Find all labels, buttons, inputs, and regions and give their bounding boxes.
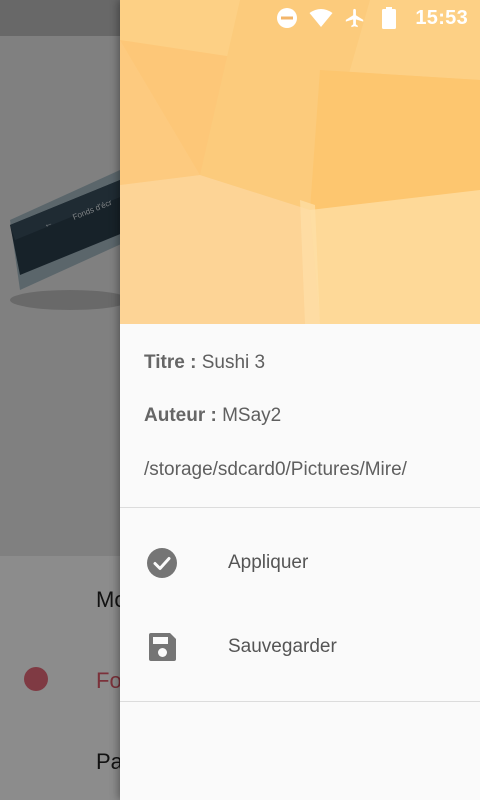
airplane-mode-icon	[343, 6, 367, 30]
apply-label: Appliquer	[228, 552, 309, 573]
battery-icon	[377, 6, 401, 30]
author-label: Auteur :	[144, 405, 217, 426]
do-not-disturb-icon	[275, 6, 299, 30]
divider	[120, 507, 480, 508]
title-label: Titre :	[144, 352, 197, 373]
check-circle-icon	[146, 547, 178, 579]
title-value: Sushi 3	[201, 352, 266, 373]
author-value: MSay2	[222, 405, 282, 426]
apply-button[interactable]: Appliquer	[120, 527, 480, 599]
divider	[120, 701, 480, 702]
wallpaper-title: Titre : Sushi 3	[144, 352, 265, 374]
save-button[interactable]: Sauvegarder	[120, 611, 480, 683]
status-bar: 15:53	[0, 0, 480, 36]
navigation-drawer: Titre : Sushi 3 Auteur : MSay2 /storage/…	[120, 0, 480, 800]
wifi-icon	[309, 6, 333, 30]
wallpaper-author: Auteur : MSay2	[144, 405, 281, 427]
save-label: Sauvegarder	[228, 636, 337, 657]
clock: 15:53	[415, 6, 468, 29]
wallpaper-header-image	[120, 0, 480, 324]
save-icon	[146, 631, 178, 663]
wallpaper-path: /storage/sdcard0/Pictures/Mire/	[144, 459, 407, 480]
